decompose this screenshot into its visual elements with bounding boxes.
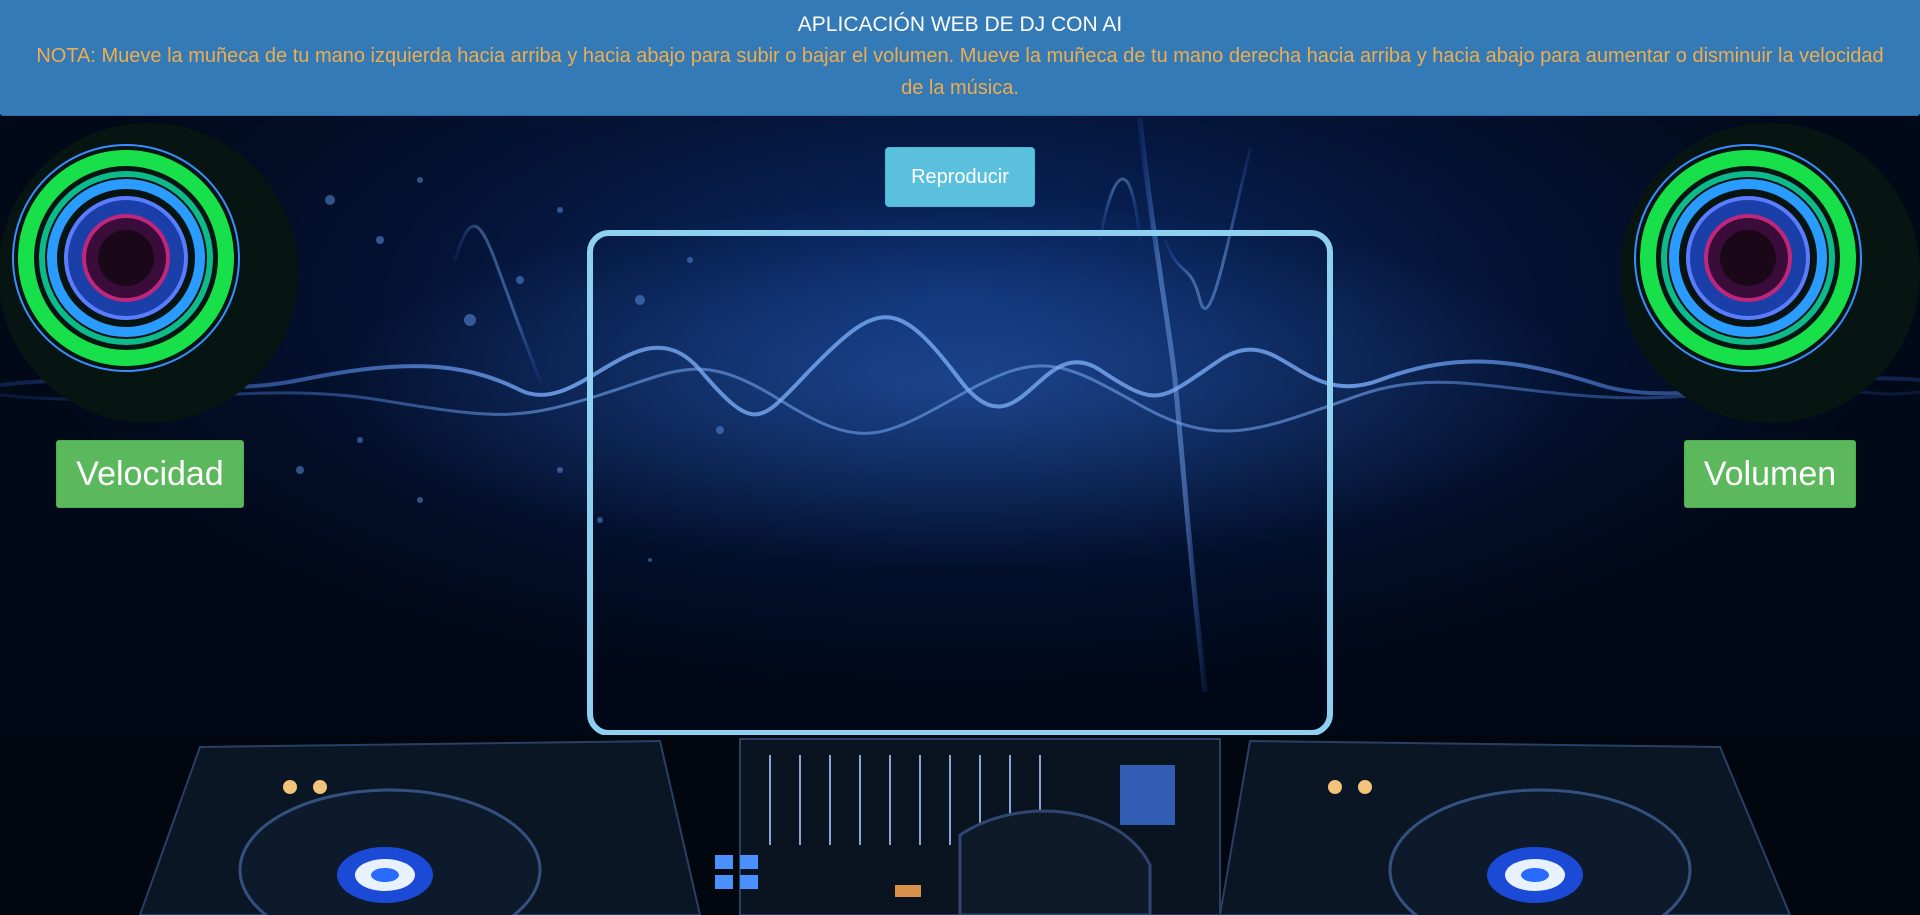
- right-speaker-icon: [1620, 123, 1920, 423]
- play-button[interactable]: Reproducir: [885, 147, 1035, 207]
- app-title: APLICACIÓN WEB DE DJ CON AI: [797, 13, 1123, 36]
- speed-badge: Velocidad: [56, 440, 244, 508]
- instructions-note: NOTA: Mueve la muñeca de tu mano izquier…: [36, 45, 1884, 99]
- dj-controller-image: [0, 735, 1920, 915]
- left-speaker-icon: [0, 123, 298, 423]
- volume-badge: Volumen: [1684, 440, 1856, 508]
- camera-canvas-frame: [587, 230, 1333, 736]
- header-banner: APLICACIÓN WEB DE DJ CON AI NOTA: Mueve …: [0, 0, 1920, 116]
- dj-app-page: APLICACIÓN WEB DE DJ CON AI NOTA: Mueve …: [0, 0, 1920, 915]
